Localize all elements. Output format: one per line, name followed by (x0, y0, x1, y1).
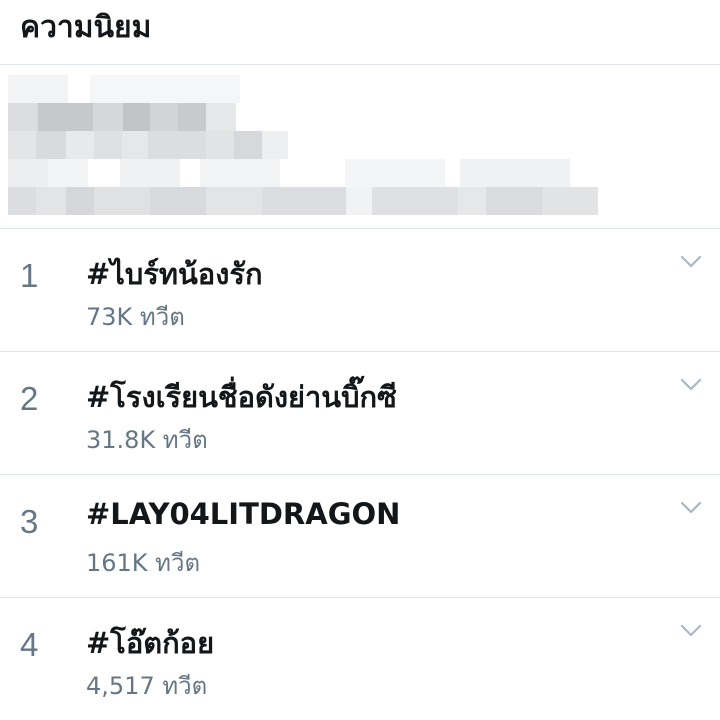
trend-rank: 4 (20, 626, 39, 663)
trend-rank: 3 (20, 503, 39, 540)
trend-item[interactable]: 1 #ไบร์ทน้องรัก 73K ทวีต (0, 229, 720, 352)
chevron-down-icon[interactable] (680, 624, 702, 638)
trend-hashtag[interactable]: #LAY04LITDRAGON (86, 497, 400, 531)
trends-header: ความนิยม (0, 0, 720, 65)
trend-tweet-count: 73K ทวีต (86, 303, 185, 331)
page-title: ความนิยม (20, 10, 152, 45)
chevron-down-icon[interactable] (680, 378, 702, 392)
trend-rank: 2 (20, 380, 39, 417)
trend-hashtag[interactable]: #โอ๊ตก้อย (86, 620, 214, 666)
trend-hashtag[interactable]: #ไบร์ทน้องรัก (86, 251, 263, 297)
trend-hashtag[interactable]: #โรงเรียนชื่อดังย่านบิ๊กซี (86, 374, 397, 420)
trend-item[interactable]: 4 #โอ๊ตก้อย 4,517 ทวีต (0, 598, 720, 720)
trend-rank: 1 (20, 257, 39, 294)
trend-tweet-count: 161K ทวีต (86, 549, 201, 577)
chevron-down-icon[interactable] (680, 255, 702, 269)
pixelated-promoted-section (0, 65, 720, 229)
trend-item[interactable]: 3 #LAY04LITDRAGON 161K ทวีต (0, 475, 720, 598)
trend-tweet-count: 31.8K ทวีต (86, 426, 208, 454)
trend-tweet-count: 4,517 ทวีต (86, 672, 208, 700)
chevron-down-icon[interactable] (680, 501, 702, 515)
trend-item[interactable]: 2 #โรงเรียนชื่อดังย่านบิ๊กซี 31.8K ทวีต (0, 352, 720, 475)
